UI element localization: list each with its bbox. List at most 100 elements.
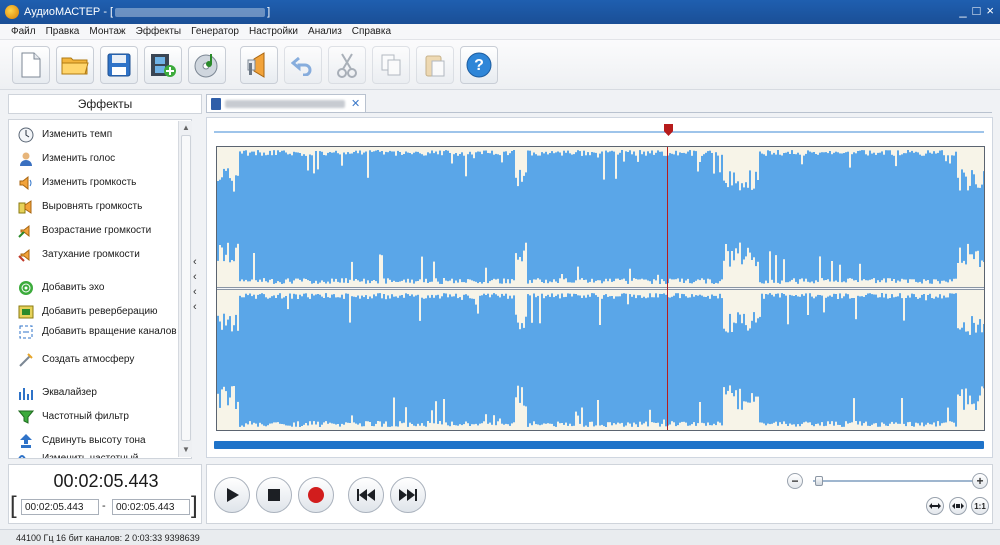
effect-pitch-shift[interactable]: Сдвинуть высоту тона (17, 432, 187, 450)
fast-forward-button[interactable] (390, 477, 426, 513)
toolbar: ? (0, 40, 1000, 90)
stop-button[interactable] (256, 477, 292, 513)
fit-width-button[interactable] (926, 497, 944, 515)
effect-change-tempo[interactable]: Изменить темп (17, 126, 187, 144)
effect-fade-out[interactable]: Затухание громкости (17, 246, 187, 264)
selection-bracket-left: [ (10, 492, 17, 519)
effect-normalize-volume[interactable]: Выровнять громкость (17, 198, 187, 216)
collapse-panel-icon[interactable]: ‹ (193, 286, 203, 298)
waveform-view[interactable] (216, 146, 985, 431)
effect-label: Затухание громкости (42, 249, 140, 260)
menu-effects[interactable]: Эффекты (131, 26, 186, 37)
help-icon: ? (466, 52, 492, 77)
collapse-panel-icon[interactable]: ‹ (193, 271, 203, 283)
close-button[interactable]: × (986, 3, 994, 18)
collapse-panel-icon[interactable]: ‹ (193, 301, 203, 313)
selection-end-input[interactable]: 00:02:05.443 (112, 499, 190, 515)
app-logo-icon (5, 5, 19, 19)
collapse-panel-icon[interactable]: ‹ (193, 256, 203, 268)
scroll-down-arrow-icon[interactable]: ▼ (181, 445, 191, 455)
new-file-button[interactable] (12, 45, 50, 84)
effect-label: Возрастание громкости (42, 225, 152, 236)
copy-icon (381, 54, 401, 75)
effect-add-echo[interactable]: Добавить эхо (17, 279, 187, 297)
record-button[interactable] (298, 477, 334, 513)
play-button[interactable] (214, 477, 250, 513)
svg-text:?: ? (474, 57, 484, 74)
effect-label: Эквалайзер (42, 387, 97, 398)
effect-fade-in[interactable]: Возрастание громкости (17, 222, 187, 240)
fade-in-icon (17, 222, 35, 240)
effects-scrollbar[interactable]: ▲ ▼ (178, 121, 192, 457)
menu-edit[interactable]: Правка (41, 26, 85, 37)
effect-equalizer[interactable]: Эквалайзер (17, 384, 187, 402)
fit-width-icon (929, 503, 941, 509)
rotate-channels-icon (17, 323, 35, 341)
save-button[interactable] (100, 45, 138, 84)
filter-icon (17, 408, 35, 426)
menu-settings[interactable]: Настройки (244, 26, 303, 37)
menu-file[interactable]: Файл (6, 26, 41, 37)
zoom-actual-size-button[interactable]: 1:1 (971, 497, 989, 515)
menu-bar: Файл Правка Монтаж Эффекты Генератор Нас… (0, 24, 1000, 40)
minimize-button[interactable]: _ (959, 3, 966, 18)
new-file-icon (21, 52, 41, 77)
timeline-ruler[interactable] (214, 131, 984, 133)
play-icon (227, 488, 239, 502)
rewind-button[interactable] (348, 477, 384, 513)
cd-import-button[interactable] (188, 45, 226, 84)
effect-label: Изменить темп (42, 129, 113, 140)
blurred-filename (115, 7, 266, 17)
selection-start-input[interactable]: 00:02:05.443 (21, 499, 99, 515)
help-button[interactable]: ? (460, 45, 498, 84)
stop-icon (268, 489, 280, 501)
atmosphere-icon (17, 351, 35, 369)
add-video-button[interactable] (144, 45, 182, 84)
timeline-scrollbar[interactable] (214, 441, 984, 449)
window-controls: _ □ × (959, 3, 994, 18)
blurred-tab-title (225, 99, 345, 108)
cut-button[interactable] (328, 45, 366, 84)
record-voice-icon (247, 51, 265, 78)
fit-selection-button[interactable] (949, 497, 967, 515)
effects-scroll-thumb[interactable] (181, 135, 191, 441)
effect-rotate-channels[interactable]: Добавить вращение каналов (17, 323, 187, 341)
copy-button[interactable] (372, 45, 410, 84)
window-title-suffix: ] (267, 6, 271, 18)
audio-info-text: 44100 Гц 16 бит каналов: 2 0:03:33 93986… (16, 532, 200, 543)
effect-label: Частотный фильтр (42, 411, 129, 422)
open-file-button[interactable] (56, 45, 94, 84)
effect-change-voice[interactable]: Изменить голос (17, 150, 187, 168)
cut-icon (337, 52, 357, 78)
fit-selection-icon (952, 503, 964, 509)
effect-frequency-filter[interactable]: Частотный фильтр (17, 408, 187, 426)
skip-back-icon (357, 489, 375, 501)
zoom-slider-thumb[interactable] (815, 476, 823, 486)
document-tab[interactable]: ✕ (206, 94, 366, 112)
effect-create-atmosphere[interactable]: Создать атмосферу (17, 351, 187, 369)
audio-file-icon (211, 97, 221, 110)
menu-generator[interactable]: Генератор (186, 26, 244, 37)
record-voice-button[interactable] (240, 45, 278, 84)
close-tab-icon[interactable]: ✕ (351, 97, 360, 110)
menu-analysis[interactable]: Анализ (303, 26, 347, 37)
person-icon (17, 150, 35, 168)
maximize-button[interactable]: □ (973, 3, 981, 18)
open-folder-icon (61, 57, 89, 74)
zoom-slider-track[interactable] (813, 480, 973, 482)
scroll-up-arrow-icon[interactable]: ▲ (181, 123, 191, 133)
menu-help[interactable]: Справка (347, 26, 396, 37)
current-time-display: 00:02:05.443 (53, 471, 159, 491)
status-bar: 44100 Гц 16 бит каналов: 2 0:03:33 93986… (0, 529, 1000, 545)
paste-button[interactable] (416, 45, 454, 84)
fade-out-icon (17, 246, 35, 264)
menu-montage[interactable]: Монтаж (84, 26, 130, 37)
effect-label: Добавить эхо (42, 282, 105, 293)
undo-button[interactable] (284, 45, 322, 84)
save-disk-icon (107, 53, 131, 76)
effect-add-reverb[interactable]: Добавить реверберацию (17, 303, 187, 321)
effect-change-volume[interactable]: Изменить громкость (17, 174, 187, 192)
zoom-in-button[interactable]: + (972, 473, 988, 489)
zoom-out-button[interactable]: − (787, 473, 803, 489)
effect-change-frequency[interactable]: Изменить частотный (17, 450, 187, 458)
